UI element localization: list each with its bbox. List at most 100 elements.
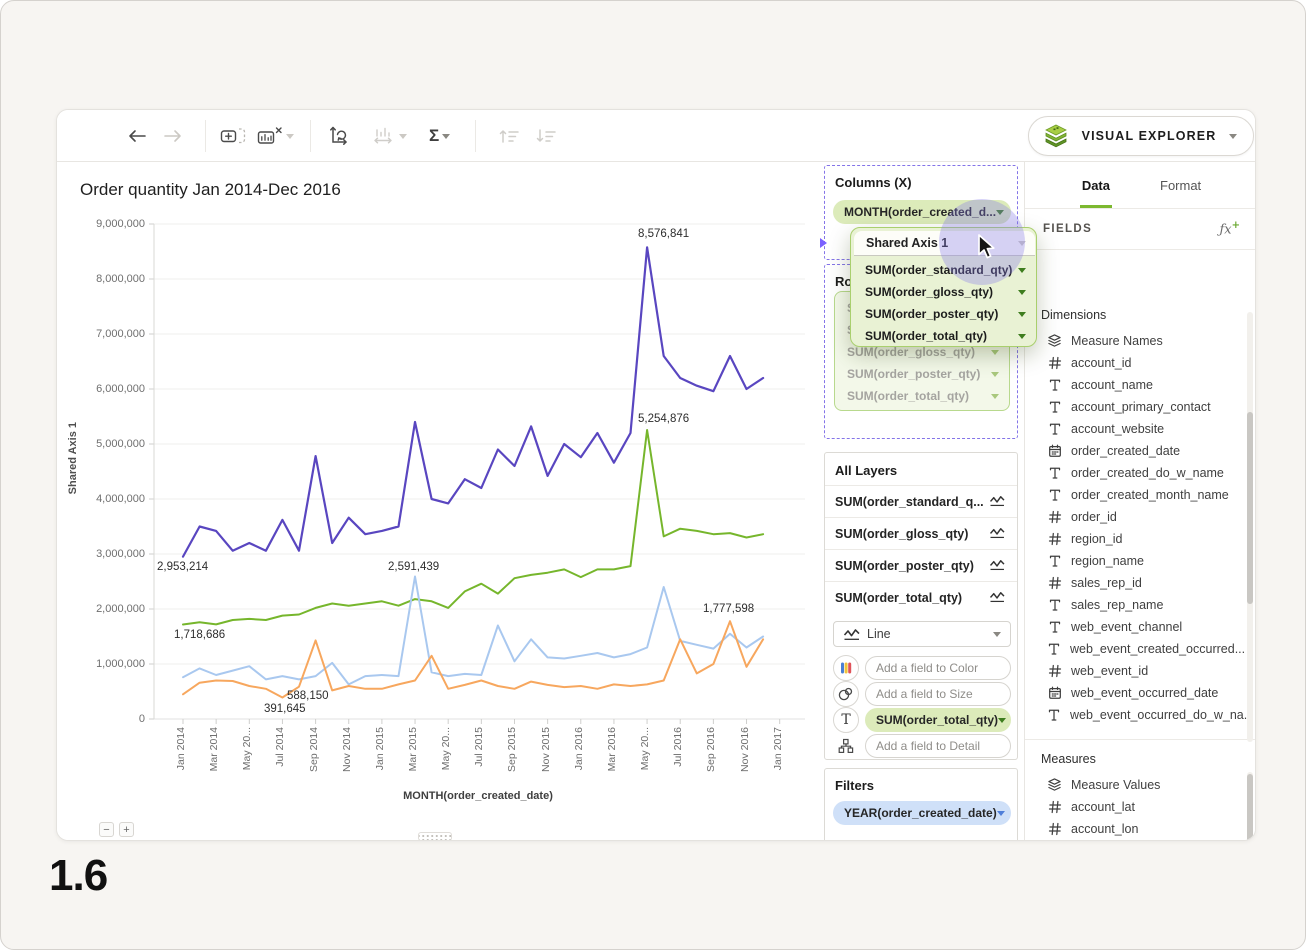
dimension-item-label: web_event_occurred_date (1071, 686, 1218, 700)
columns-pill[interactable]: MONTH(order_created_d... (833, 200, 1011, 224)
mark-type-label: Line (867, 627, 891, 641)
dropdown-caret-icon (998, 718, 1006, 723)
filter-pill[interactable]: YEAR(order_created_date) (833, 801, 1011, 825)
zoom-out-button[interactable]: − (99, 822, 114, 837)
x-tick-label: Jul 2016 (672, 727, 684, 767)
line-mark-icon (989, 590, 1005, 606)
toolbar-separator (475, 120, 476, 152)
series-line-SUM(order_poster_qty)[interactable] (183, 621, 763, 697)
dimension-item[interactable]: web_event_id (1039, 660, 1239, 682)
line-mark-icon (843, 627, 860, 641)
measure-item[interactable]: Measure Values (1039, 774, 1239, 796)
add-visualization-button[interactable] (220, 122, 246, 150)
visual-explorer-button[interactable]: VISUAL EXPLORER (1028, 116, 1254, 156)
layer-row[interactable]: SUM(order_gloss_qty) (825, 517, 1017, 549)
text-encoding-row: TSUM(order_total_qty) (833, 707, 1011, 733)
tab-format[interactable]: Format (1158, 178, 1203, 208)
rows-group-pill[interactable]: SUM(order_total_qty) (839, 385, 1007, 407)
data-label: 2,953,214 (157, 561, 208, 573)
layer-label: SUM(order_standard_q... (835, 495, 984, 509)
dimension-item[interactable]: web_event_occurred_date (1039, 682, 1239, 704)
fit-width-button[interactable] (372, 122, 407, 150)
shared-axis-header[interactable]: Shared Axis 1 (854, 231, 1035, 256)
zoom-in-button[interactable]: + (119, 822, 134, 837)
size-field-well[interactable]: Add a field to Size (865, 682, 1011, 706)
rows-group-pill-label: SUM(order_poster_qty) (847, 367, 980, 381)
chart-plot[interactable] (57, 162, 817, 841)
dimension-item[interactable]: order_id (1039, 506, 1239, 528)
visual-explorer-label: VISUAL EXPLORER (1079, 129, 1219, 143)
dimension-item[interactable]: web_event_occurred_do_w_na... (1039, 704, 1239, 726)
hash-icon (1047, 822, 1062, 836)
add-calculated-field-button[interactable]: ƒx+ (1219, 220, 1240, 237)
detail-icon (833, 738, 859, 754)
toolbar-separator (310, 120, 311, 152)
measure-item[interactable]: account_lat (1039, 796, 1239, 818)
detail-field-label: Add a field to Detail (876, 739, 980, 753)
back-button[interactable] (127, 122, 147, 150)
app-window: Σ VISUAL EXPLORER (56, 109, 1256, 841)
swap-axes-button[interactable] (327, 122, 349, 150)
dimension-item-label: web_event_id (1071, 664, 1148, 678)
forward-button[interactable] (163, 122, 183, 150)
dimension-item-label: Measure Names (1071, 334, 1163, 348)
rows-group-pill[interactable]: SUM(order_poster_qty) (839, 363, 1007, 385)
dimension-item[interactable]: sales_rep_name (1039, 594, 1239, 616)
panel-resize-handle[interactable] (418, 832, 452, 841)
dimension-item-label: order_created_do_w_name (1071, 466, 1224, 480)
mark-type-select[interactable]: Line (833, 621, 1011, 647)
dimension-item[interactable]: account_id (1039, 352, 1239, 374)
series-line-SUM(order_gloss_qty)[interactable] (183, 577, 763, 685)
tab-data[interactable]: Data (1080, 178, 1112, 208)
series-line-SUM(order_total_qty)[interactable] (183, 247, 763, 556)
color-encoding-row: Add a field to Color (833, 655, 1011, 681)
dimension-item[interactable]: region_name (1039, 550, 1239, 572)
dropdown-caret-icon (286, 134, 294, 139)
hash-icon (1047, 576, 1062, 590)
dimension-item[interactable]: Measure Names (1039, 330, 1239, 352)
dimension-item[interactable]: account_primary_contact (1039, 396, 1239, 418)
dimension-item[interactable]: account_name (1039, 374, 1239, 396)
measure-item[interactable]: account_lon (1039, 818, 1239, 840)
shared-axis-drag-panel[interactable]: Shared Axis 1 SUM(order_standard_qty)SUM… (850, 227, 1037, 347)
text-icon (1047, 422, 1062, 436)
measure-item[interactable]: order_created_day (1039, 840, 1239, 841)
drag-panel-pill-label: SUM(order_total_qty) (865, 329, 987, 343)
data-label: 588,150 (287, 690, 329, 702)
sort-descending-button[interactable] (534, 122, 558, 150)
aggregate-button[interactable]: Σ (429, 122, 450, 150)
dimension-item[interactable]: account_website (1039, 418, 1239, 440)
dimension-item[interactable]: order_created_do_w_name (1039, 462, 1239, 484)
sort-ascending-button[interactable] (497, 122, 521, 150)
layer-row[interactable]: SUM(order_standard_q... (825, 485, 1017, 517)
dropdown-caret-icon (1018, 334, 1026, 339)
layer-row[interactable]: SUM(order_total_qty) (825, 581, 1017, 613)
dimension-item[interactable]: sales_rep_id (1039, 572, 1239, 594)
detail-field-well[interactable]: Add a field to Detail (865, 734, 1011, 758)
dimension-item[interactable]: web_event_created_occurred... (1039, 638, 1239, 660)
dropdown-caret-icon (996, 210, 1004, 215)
drag-panel-pill[interactable]: SUM(order_standard_qty) (855, 259, 1034, 281)
dimension-item[interactable]: order_created_month_name (1039, 484, 1239, 506)
drag-panel-pill[interactable]: SUM(order_poster_qty) (855, 303, 1034, 325)
dimension-item[interactable]: order_created_date (1039, 440, 1239, 462)
measures-scrollbar-thumb[interactable] (1247, 774, 1253, 841)
drag-panel-pill[interactable]: SUM(order_gloss_qty) (855, 281, 1034, 303)
hash-icon (1047, 356, 1062, 370)
layer-row[interactable]: SUM(order_poster_qty) (825, 549, 1017, 581)
series-line-SUM(order_standard_qty)[interactable] (183, 430, 763, 625)
filters-title: Filters (835, 778, 874, 793)
remove-visualization-button[interactable] (257, 122, 294, 150)
color-field-well[interactable]: Add a field to Color (865, 656, 1011, 680)
text-field-well[interactable]: SUM(order_total_qty) (865, 708, 1011, 732)
swap-axes-icon (327, 125, 349, 147)
measure-item-label: account_lon (1071, 822, 1138, 836)
drag-panel-pill[interactable]: SUM(order_total_qty) (855, 325, 1034, 347)
drag-panel-pill-label: SUM(order_poster_qty) (865, 307, 998, 321)
dropdown-caret-icon (1018, 241, 1026, 246)
dimension-item[interactable]: web_event_channel (1039, 616, 1239, 638)
dimension-item[interactable]: region_id (1039, 528, 1239, 550)
text-icon (1047, 554, 1062, 568)
dimensions-scrollbar-thumb[interactable] (1247, 412, 1253, 604)
x-tick-label: Nov 2015 (540, 727, 552, 772)
